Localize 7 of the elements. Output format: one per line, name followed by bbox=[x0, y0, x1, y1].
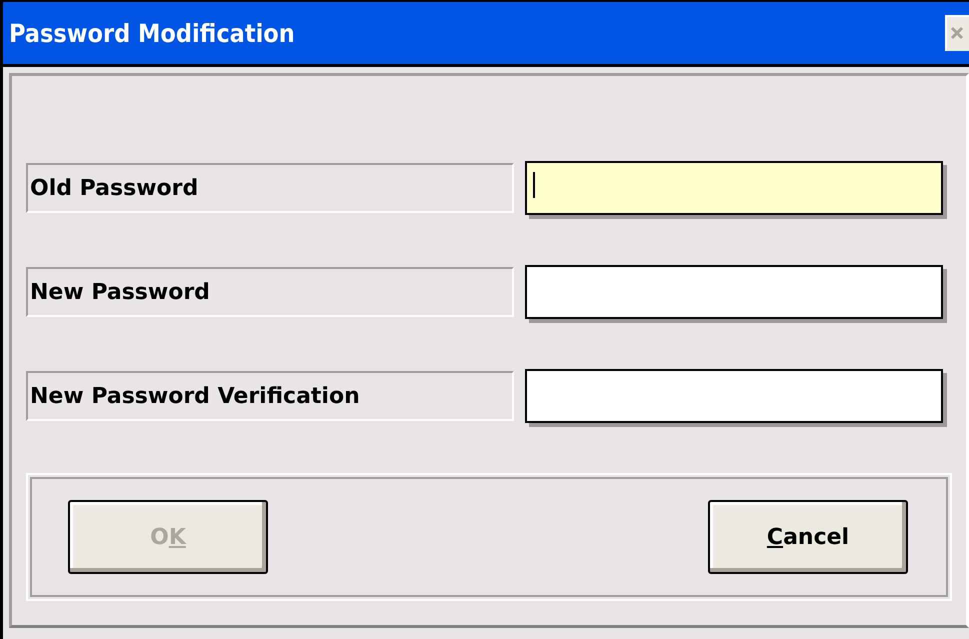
window-title: Password Modification bbox=[9, 18, 295, 48]
field-label: New Password Verification bbox=[26, 371, 514, 421]
field-label: New Password bbox=[26, 267, 514, 317]
dialog-button[interactable]: Cancel bbox=[708, 500, 908, 574]
text-cursor bbox=[533, 172, 535, 198]
field-label: Old Password bbox=[26, 163, 514, 213]
close-icon bbox=[950, 26, 964, 40]
